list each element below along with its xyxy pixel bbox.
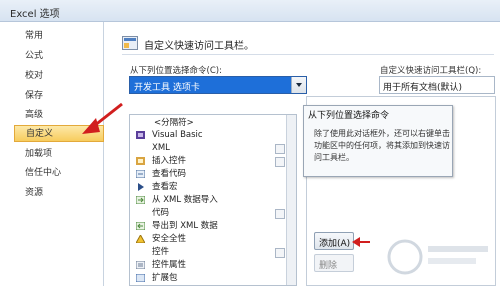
tooltip: 从下列位置选择命令 除了使用此对话框外，还可以右键单击功能区中的任何项，将其添加… — [303, 105, 453, 177]
choose-commands-select[interactable]: 开发工具 选项卡 — [129, 76, 307, 94]
list-item[interactable]: 导出到 XML 数据 — [130, 220, 286, 232]
sidebar-item-customize[interactable]: 自定义 — [14, 125, 104, 142]
list-item[interactable]: 扩展包 — [130, 272, 286, 284]
list-item[interactable]: 控件属性 — [130, 259, 286, 271]
list-item[interactable]: 安全全性 — [130, 233, 286, 245]
watermark-logo — [387, 239, 488, 275]
list-item[interactable]: 代码 — [130, 207, 286, 219]
security-icon — [136, 235, 145, 243]
list-item[interactable]: XML — [130, 142, 286, 154]
submenu-arrow-icon — [275, 144, 285, 154]
tooltip-title: 从下列位置选择命令 — [308, 111, 390, 121]
chevron-down-icon[interactable] — [291, 77, 306, 93]
sidebar-item-resources[interactable]: 资源 — [14, 185, 104, 202]
submenu-arrow-icon — [275, 209, 285, 219]
commands-list[interactable]: <分隔符> Visual Basic XML 插入控件 查看代码 查看宏 从 X… — [129, 114, 297, 286]
list-item[interactable]: 查看代码 — [130, 168, 286, 180]
vb-icon — [136, 131, 145, 139]
list-item-label: Visual Basic — [152, 130, 203, 140]
list-item-label: 查看代码 — [152, 169, 187, 179]
list-item-label: 从 XML 数据导入 — [152, 195, 218, 205]
list-item[interactable]: 从 XML 数据导入 — [130, 194, 286, 206]
xml-export-icon — [136, 222, 145, 230]
list-item-label: 导出到 XML 数据 — [152, 221, 218, 231]
sidebar-item-advanced[interactable]: 高级 — [14, 107, 104, 124]
insert-control-icon — [136, 157, 145, 165]
title-bar: Excel 选项 — [0, 0, 500, 22]
window-title: Excel 选项 — [10, 9, 60, 20]
list-item-label: 控件 — [152, 247, 170, 257]
quick-access-toolbar-icon — [122, 36, 138, 50]
customize-toolbar-label: 自定义快速访问工具栏(Q): — [380, 66, 482, 76]
customize-toolbar-select[interactable]: 用于所有文档(默认) — [379, 76, 495, 94]
tooltip-body: 除了使用此对话框外，还可以右键单击功能区中的任何项，将其添加到快速访问工具栏。 — [314, 129, 450, 162]
list-item-label: 扩展包 — [152, 273, 178, 283]
list-item-label: 控件属性 — [152, 260, 187, 270]
list-item-label: 安全全性 — [152, 234, 187, 244]
properties-icon — [136, 261, 145, 269]
list-item[interactable]: <分隔符> — [130, 117, 286, 129]
sidebar-item-trust-center[interactable]: 信任中心 — [14, 165, 104, 182]
choose-commands-value: 开发工具 选项卡 — [134, 83, 200, 93]
list-item-label: 查看宏 — [152, 182, 178, 192]
sidebar-item-save[interactable]: 保存 — [14, 88, 104, 105]
divider — [122, 54, 494, 55]
commands-scrollbar[interactable] — [286, 115, 296, 285]
submenu-arrow-icon — [275, 248, 285, 258]
sidebar-item-formulas[interactable]: 公式 — [14, 48, 104, 65]
list-item[interactable]: 插入控件 — [130, 155, 286, 167]
remove-button-label: 删除 — [319, 261, 338, 271]
list-item[interactable]: 控件 — [130, 246, 286, 258]
sidebar: 常用 公式 校对 保存 高级 自定义 加载项 信任中心 资源 — [14, 22, 104, 286]
customize-toolbar-value: 用于所有文档(默认) — [383, 83, 463, 93]
list-item-label: XML — [152, 143, 170, 153]
sidebar-item-addins[interactable]: 加载项 — [14, 146, 104, 163]
add-button-label: 添加(A) — [319, 239, 351, 249]
choose-commands-label: 从下列位置选择命令(C): — [130, 66, 222, 76]
list-item-label: 插入控件 — [152, 156, 187, 166]
sidebar-item-proofing[interactable]: 校对 — [14, 68, 104, 85]
xml-import-icon — [136, 196, 145, 204]
view-code-icon — [136, 170, 145, 178]
submenu-arrow-icon — [275, 157, 285, 167]
list-item[interactable]: 查看宏 — [130, 181, 286, 193]
add-button[interactable]: 添加(A) — [314, 232, 354, 250]
expansion-icon — [136, 274, 145, 282]
remove-button[interactable]: 删除 — [314, 254, 354, 272]
page-title: 自定义快速访问工具栏。 — [144, 41, 254, 52]
macro-icon — [138, 183, 144, 191]
sidebar-item-common[interactable]: 常用 — [14, 28, 104, 45]
list-item-label: <分隔符> — [154, 118, 194, 128]
list-item-label: 代码 — [152, 208, 170, 218]
list-item[interactable]: Visual Basic — [130, 129, 286, 141]
